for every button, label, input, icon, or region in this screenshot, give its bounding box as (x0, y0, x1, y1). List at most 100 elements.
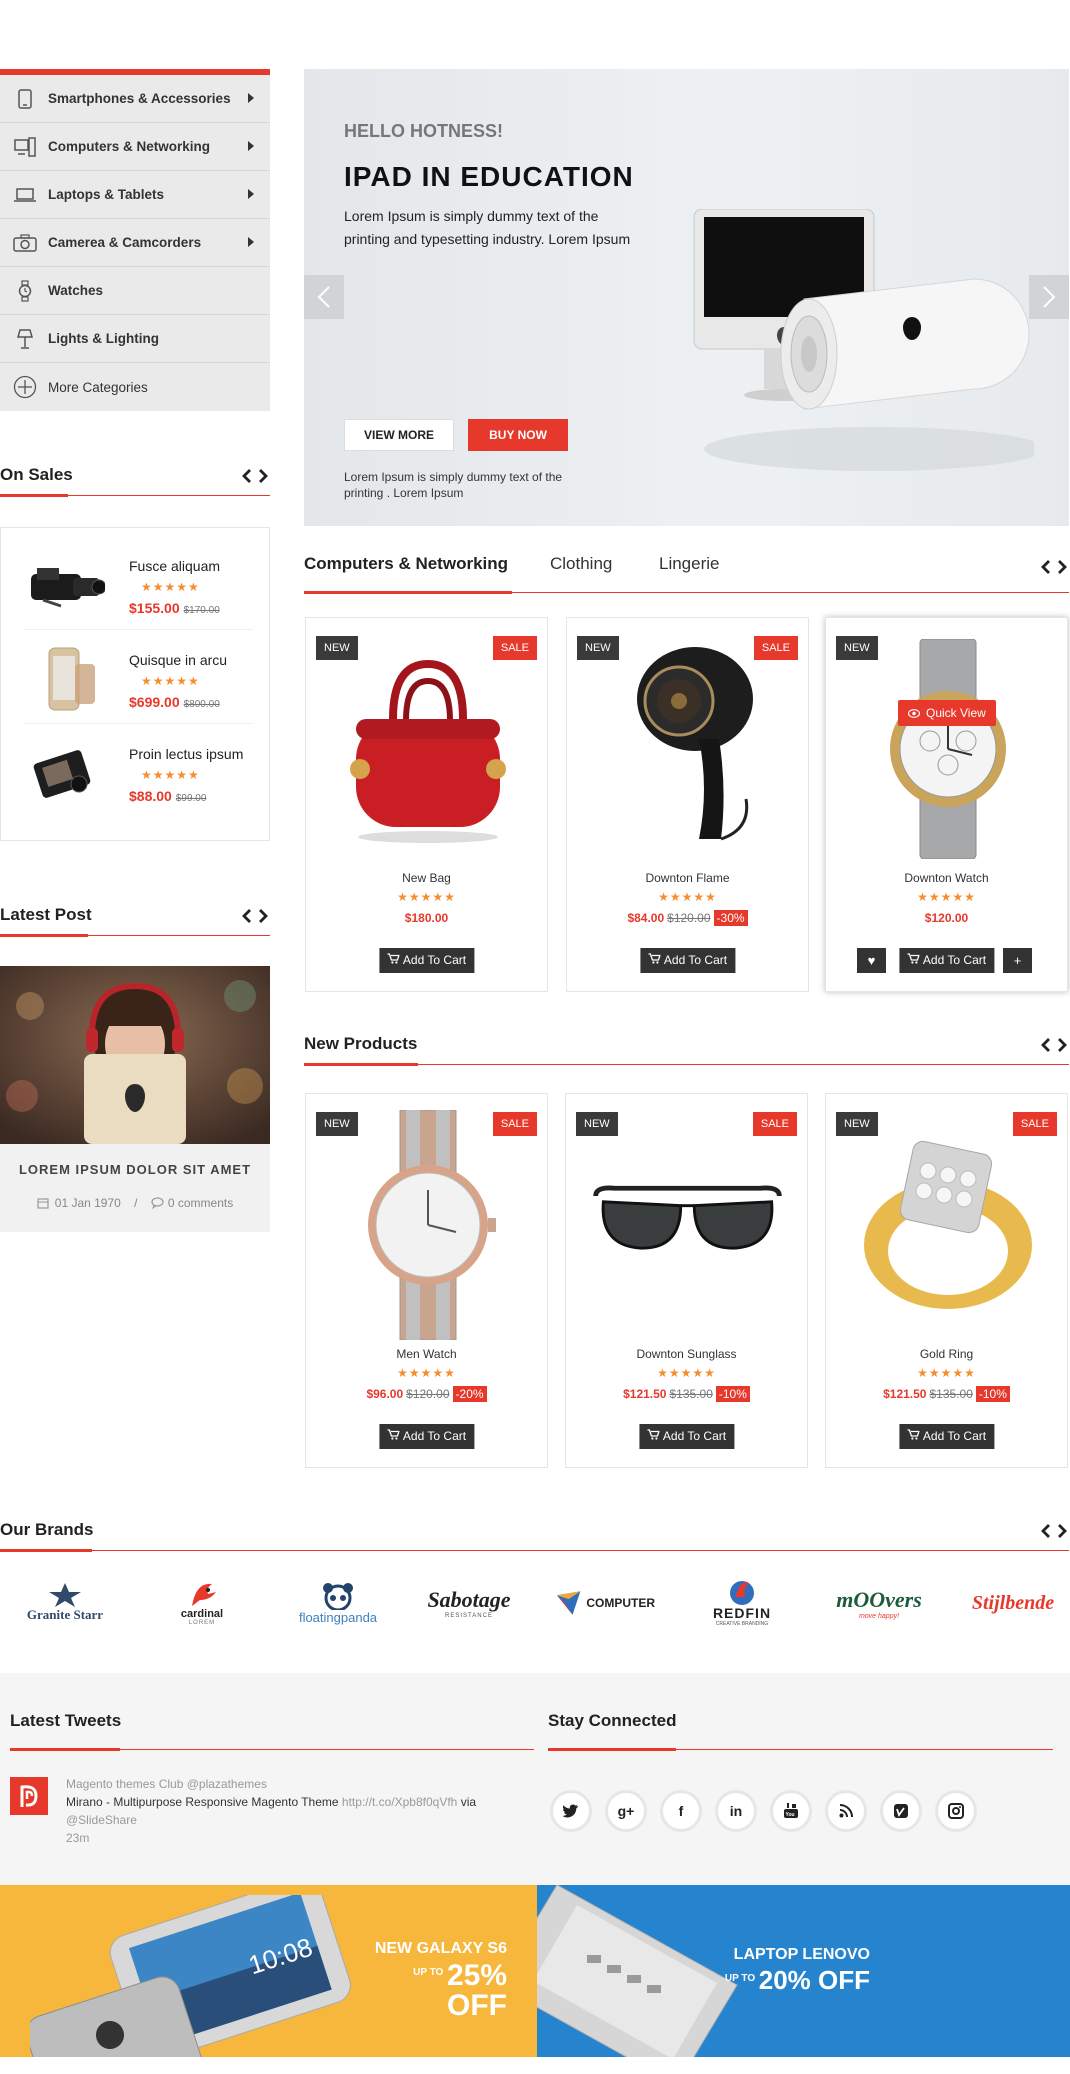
bag-image[interactable] (326, 634, 529, 864)
tweet-account[interactable]: Magento themes Club @plazathemes (66, 1775, 526, 1793)
google-plus-icon[interactable]: g+ (605, 1790, 647, 1832)
product-card[interactable]: NEW SALE Gold Ring ★★★★★ $121.50 $135.00-… (825, 1093, 1068, 1468)
youtube-icon[interactable]: You (770, 1790, 812, 1832)
post-date: 01 Jan 1970 (54, 1196, 121, 1210)
sunglasses-image[interactable] (586, 1110, 789, 1340)
tweet-body: Mirano - Multipurpose Responsive Magento… (66, 1793, 526, 1811)
prev-arrow-icon[interactable] (242, 909, 252, 923)
product-name[interactable]: Fusce aliquam (129, 558, 220, 574)
old-price: $99.00 (175, 793, 207, 804)
prev-arrow-icon[interactable] (1041, 560, 1051, 574)
tweet-via-account[interactable]: @SlideShare (66, 1811, 526, 1829)
brand-moovers[interactable]: mOOvers move happy! (834, 1568, 924, 1638)
add-to-cart-button[interactable]: Add To Cart (639, 948, 736, 973)
category-lights[interactable]: Lights & Lighting (0, 315, 270, 363)
add-to-cart-button[interactable]: Add To Cart (898, 948, 995, 973)
category-computers[interactable]: Computers & Networking (0, 123, 270, 171)
list-item[interactable]: Proin lectus ipsum ★★★★★ $88.00 $99.00 (23, 724, 253, 818)
category-watches[interactable]: Watches (0, 267, 270, 315)
brand-computer[interactable]: COMPUTER (555, 1568, 655, 1638)
instagram-icon[interactable] (935, 1790, 977, 1832)
price-value: $180.00 (404, 911, 449, 925)
category-more[interactable]: More Categories (0, 363, 270, 411)
lenovo-banner[interactable]: LAPTOP LENOVO UP TO 20% OFF (537, 1885, 1070, 2057)
brand-stijlbende[interactable]: Stijlbende (968, 1568, 1058, 1638)
latest-post-heading: Latest Post (0, 896, 270, 937)
cart-icon (906, 948, 920, 973)
next-arrow-icon[interactable] (258, 909, 268, 923)
product-price: $180.00 (306, 911, 547, 925)
view-more-button[interactable]: VIEW MORE (344, 419, 454, 451)
section-title: Our Brands (0, 1520, 94, 1539)
ring-image[interactable] (846, 1110, 1049, 1340)
product-name[interactable]: Downton Sunglass (566, 1347, 807, 1361)
price-value: $121.50 (623, 1387, 667, 1401)
product-card[interactable]: NEW SALE New Bag ★★★★★ $180.00 Add To Ca… (305, 617, 548, 992)
tab-computers-networking[interactable]: Computers & Networking (304, 554, 508, 574)
product-name[interactable]: New Bag (306, 871, 547, 885)
prev-arrow-icon[interactable] (1041, 1038, 1051, 1052)
product-name[interactable]: Downton Flame (567, 871, 808, 885)
title-underline (304, 1063, 418, 1066)
camera-image (23, 738, 105, 808)
category-laptops[interactable]: Laptops & Tablets (0, 171, 270, 219)
post-meta: 01 Jan 1970 / 0 comments (0, 1196, 270, 1212)
product-card[interactable]: NEW SALE Men Watch ★★★★★ $96.00 $120.00 -2… (305, 1093, 548, 1468)
hair-dryer-image[interactable] (587, 634, 790, 864)
add-to-cart-button[interactable]: Add To Cart (898, 1424, 995, 1449)
twitter-icon[interactable] (550, 1790, 592, 1832)
list-item[interactable]: Quisque in arcu ★★★★★ $699.00 $800.00 (23, 630, 253, 724)
prev-arrow-icon[interactable] (242, 469, 252, 483)
tab-clothing[interactable]: Clothing (550, 554, 612, 574)
compare-button[interactable]: + (1003, 948, 1032, 973)
product-name[interactable]: Proin lectus ipsum (129, 746, 243, 762)
product-card[interactable]: NEW Quick View Downton Watch ★★★★★ $120.… (825, 617, 1068, 992)
next-arrow-icon[interactable] (1057, 1038, 1067, 1052)
facebook-icon[interactable]: f (660, 1790, 702, 1832)
category-smartphones[interactable]: Smartphones & Accessories (0, 75, 270, 123)
brand-granite-starr[interactable]: Granite Starr (20, 1568, 110, 1638)
rss-icon[interactable] (825, 1790, 867, 1832)
brand-sabotage[interactable]: Sabotage RESISTANCE (424, 1568, 514, 1638)
vimeo-icon[interactable] (880, 1790, 922, 1832)
buy-now-button[interactable]: BUY NOW (468, 419, 568, 451)
carousel-arrows (1041, 1524, 1067, 1538)
tab-lingerie[interactable]: Lingerie (659, 554, 720, 574)
phone-image: 10:08 (25, 1885, 360, 2057)
galaxy-s6-banner[interactable]: 10:08 NEW GALAXY S6 UP TO 25% OFF (0, 1885, 537, 2057)
next-arrow-icon[interactable] (1057, 560, 1067, 574)
banner-off: OFF (447, 1989, 507, 2022)
product-name[interactable]: Gold Ring (826, 1347, 1067, 1361)
add-to-cart-button[interactable]: Add To Cart (638, 1424, 735, 1449)
list-item[interactable]: Fusce aliquam ★★★★★ $155.00 $170.00 (23, 536, 253, 630)
brand-floatingpanda[interactable]: floatingpanda (292, 1568, 384, 1638)
brand-name: COMPUTER (586, 1596, 655, 1610)
slider-prev-button[interactable] (304, 275, 344, 319)
tweet-time: 23m (66, 1831, 90, 1845)
product-name[interactable]: Downton Watch (826, 871, 1067, 885)
post-image[interactable] (0, 966, 270, 1144)
latest-post-card: LOREM IPSUM DOLOR SIT AMET 01 Jan 1970 /… (0, 966, 270, 1232)
next-arrow-icon[interactable] (1057, 1524, 1067, 1538)
tweet-link[interactable]: http://t.co/Xpb8f0qVfh (342, 1795, 457, 1809)
category-cameras[interactable]: Camerea & Camcorders (0, 219, 270, 267)
linkedin-icon[interactable]: in (715, 1790, 757, 1832)
product-card[interactable]: NEW SALE Downton Sunglass ★★★★★ $121.50 $… (565, 1093, 808, 1468)
quick-view-button[interactable]: Quick View (898, 700, 996, 726)
men-watch-image[interactable] (326, 1110, 529, 1340)
product-name[interactable]: Quisque in arcu (129, 652, 227, 668)
post-title[interactable]: LOREM IPSUM DOLOR SIT AMET (0, 1162, 270, 1177)
next-arrow-icon[interactable] (258, 469, 268, 483)
add-to-cart-button[interactable]: Add To Cart (378, 1424, 475, 1449)
plazathemes-logo[interactable] (10, 1777, 48, 1815)
post-comments[interactable]: 0 comments (168, 1196, 233, 1210)
product-name[interactable]: Men Watch (306, 1347, 547, 1361)
product-card[interactable]: NEW SALE Downton Flame ★★★★★ $84.00 $120.… (566, 617, 809, 992)
wishlist-button[interactable]: ♥ (857, 948, 886, 973)
prev-arrow-icon[interactable] (1041, 1524, 1051, 1538)
brand-redfin[interactable]: REDFIN CREATIVE BRANDING (705, 1568, 779, 1638)
add-to-cart-button[interactable]: Add To Cart (378, 948, 475, 973)
slider-next-button[interactable] (1029, 275, 1069, 319)
watch-image[interactable] (846, 634, 1049, 864)
brand-cardinal[interactable]: cardinal LOREM (162, 1568, 242, 1638)
